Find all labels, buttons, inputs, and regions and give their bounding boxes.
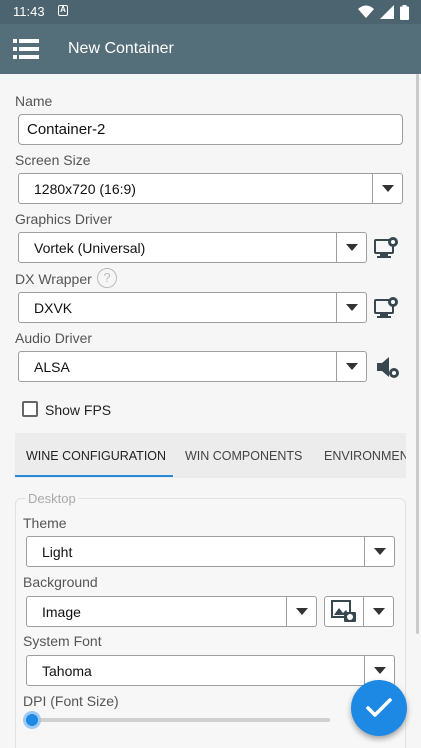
dpi-label: DPI (Font Size)	[23, 693, 119, 709]
wifi-icon	[358, 5, 374, 18]
desktop-section-title: Desktop	[26, 491, 78, 506]
chevron-down-icon	[364, 597, 393, 626]
screen-size-label: Screen Size	[15, 152, 91, 168]
menu-list-icon[interactable]	[13, 38, 39, 60]
background-select[interactable]: Image	[26, 596, 317, 627]
graphics-settings-icon[interactable]	[374, 235, 400, 261]
dx-wrapper-label: DX Wrapper	[15, 271, 92, 287]
status-time: 11:43	[13, 4, 45, 19]
confirm-button[interactable]	[351, 680, 407, 736]
scrollbar[interactable]	[416, 74, 419, 634]
system-icons	[358, 4, 409, 20]
theme-select[interactable]: Light	[26, 536, 395, 567]
screen-size-select[interactable]: 1280x720 (16:9)	[18, 173, 403, 204]
screen-size-value: 1280x720 (16:9)	[34, 180, 136, 197]
name-field[interactable]: Container-2	[18, 114, 403, 145]
audio-driver-select[interactable]: ALSA	[18, 351, 367, 382]
chevron-down-icon	[372, 174, 402, 203]
chevron-down-icon	[286, 597, 316, 626]
tab-wine-configuration[interactable]: WINE CONFIGURATION	[26, 433, 166, 478]
dx-settings-icon[interactable]	[374, 295, 400, 321]
name-value: Container-2	[27, 121, 106, 138]
background-value: Image	[42, 603, 81, 620]
dpi-slider-track[interactable]	[32, 718, 330, 722]
signal-icon	[380, 5, 394, 19]
name-label: Name	[15, 93, 53, 109]
audio-driver-value: ALSA	[34, 358, 70, 375]
dpi-slider-thumb[interactable]	[23, 711, 41, 729]
audio-settings-icon[interactable]	[376, 354, 402, 380]
tab-bar: WINE CONFIGURATION WIN COMPONENTS ENVIRO…	[15, 433, 406, 478]
graphics-driver-select[interactable]: Vortek (Universal)	[18, 232, 367, 263]
chevron-down-icon	[364, 537, 394, 566]
graphics-driver-label: Graphics Driver	[15, 211, 113, 227]
show-fps-checkbox[interactable]	[22, 401, 38, 417]
tab-environment[interactable]: ENVIRONMENT	[324, 433, 406, 478]
chevron-down-icon	[336, 293, 366, 322]
theme-value: Light	[42, 543, 73, 560]
chevron-down-icon	[336, 233, 366, 262]
check-icon	[366, 698, 392, 717]
background-label: Background	[23, 574, 98, 590]
status-bar: 11:43 A	[0, 0, 421, 24]
audio-driver-label: Audio Driver	[15, 330, 93, 346]
chevron-down-icon	[336, 352, 366, 381]
page-title: New Container	[68, 40, 174, 57]
battery-icon	[400, 4, 409, 20]
tab-win-components[interactable]: WIN COMPONENTS	[185, 433, 302, 478]
dx-wrapper-select[interactable]: DXVK	[18, 292, 367, 323]
notification-icon: A	[58, 5, 68, 16]
show-fps-label: Show FPS	[45, 402, 112, 418]
image-camera-icon	[325, 597, 364, 626]
help-icon[interactable]: ?	[97, 268, 117, 288]
app-bar: New Container	[0, 24, 421, 74]
active-tab-indicator	[15, 475, 173, 477]
theme-label: Theme	[23, 515, 67, 531]
form-content: Name Container-2 Screen Size 1280x720 (1…	[0, 74, 421, 748]
background-image-picker[interactable]	[324, 596, 394, 627]
dx-wrapper-value: DXVK	[34, 299, 73, 316]
graphics-driver-value: Vortek (Universal)	[34, 239, 146, 256]
system-font-value: Tahoma	[42, 662, 92, 679]
system-font-label: System Font	[23, 633, 102, 649]
system-font-select[interactable]: Tahoma	[26, 655, 395, 686]
